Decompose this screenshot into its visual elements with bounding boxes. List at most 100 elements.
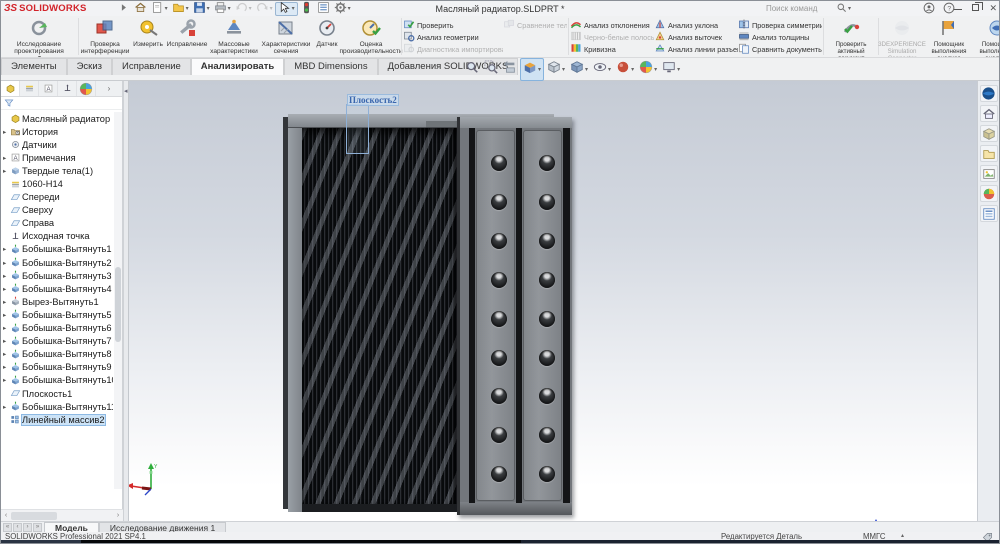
tree-item-история[interactable]: ▸ История — [1, 125, 113, 138]
plate-hole[interactable] — [539, 271, 555, 288]
ribbon-button-черно-белые-полосы[interactable]: Черно-белые полосы — [570, 31, 654, 43]
graphics-viewport[interactable]: Плоскость2 X Y — [129, 81, 979, 521]
view-palette-button[interactable] — [979, 165, 998, 182]
expand-arrow-icon[interactable]: ▸ — [3, 285, 10, 293]
ribbon-button-исследование-проектирования[interactable]: Исследование проектирования ▾ — [1, 16, 77, 57]
dropdown-caret-icon[interactable]: ▾ — [348, 6, 351, 12]
home-tab-button[interactable] — [979, 105, 998, 122]
tree-item-вырез-вытянуть1[interactable]: ▸ Вырез-Вытянуть1 — [1, 295, 113, 308]
expand-arrow-icon[interactable]: ▸ — [3, 324, 10, 332]
displaymanager-tab-button[interactable] — [77, 81, 96, 96]
previous-view-button[interactable] — [501, 59, 519, 80]
dropdown-caret-icon[interactable]: ▾ — [608, 67, 611, 73]
windows-taskbar[interactable] — [1, 540, 999, 543]
zoom-fit-button[interactable] — [463, 59, 481, 80]
search-icon[interactable] — [836, 2, 847, 15]
ribbon-button-3dexperience-simulation-connector[interactable]: 3DEXPERIENCE Simulation Connector — [878, 16, 926, 57]
ribbon-button-анализ-толщины[interactable]: Анализ толщины — [738, 31, 822, 43]
tree-item-масляный-радиатор-по-умолчани[interactable]: Масляный радиатор (По умолчани — [1, 112, 113, 125]
tree-item-сверху[interactable]: Сверху — [1, 204, 113, 217]
display-style-button[interactable]: ▾ — [568, 59, 590, 80]
tree-item-бобышка-вытянуть9[interactable]: ▸ Бобышка-Вытянуть9 — [1, 361, 113, 374]
search-input[interactable] — [763, 2, 836, 15]
redo-button[interactable]: ▾ — [254, 2, 275, 16]
model-top-cap-notch[interactable] — [426, 121, 461, 128]
ribbon-button-проверка-интерференции[interactable]: Проверка интерференции — [80, 16, 130, 57]
expand-arrow-icon[interactable]: ▸ — [3, 311, 10, 319]
hide-show-items-button[interactable]: ▾ — [591, 59, 613, 80]
tab-эскиз[interactable]: Эскиз — [66, 58, 112, 75]
tab-исправление[interactable]: Исправление — [112, 58, 191, 75]
last-study-button[interactable]: » — [33, 522, 42, 532]
dropdown-caret-icon[interactable]: ▾ — [631, 67, 634, 73]
tab-анализировать[interactable]: Анализировать — [190, 58, 285, 75]
tree-vscroll-thumb[interactable] — [115, 267, 121, 342]
select-cursor-button[interactable]: ▾ — [274, 1, 298, 16]
dropdown-caret-icon[interactable]: ▾ — [249, 6, 252, 12]
dimxpert-tab-button[interactable] — [58, 81, 77, 96]
restore-button[interactable] — [972, 2, 984, 13]
reference-plane-outline[interactable] — [346, 104, 369, 154]
model-side-frame[interactable] — [288, 114, 303, 512]
ribbon-button-проверить[interactable]: Проверить — [403, 19, 503, 31]
propertymanager-tab-button[interactable] — [20, 81, 39, 96]
ribbon-button-характеристики-сечения[interactable]: Характеристики сечения — [260, 16, 312, 57]
dropdown-caret-icon[interactable]: ▾ — [538, 67, 541, 73]
close-button[interactable]: ✕ — [989, 4, 997, 13]
tree-item-бобышка-вытянуть5[interactable]: ▸ Бобышка-Вытянуть5 — [1, 308, 113, 321]
user-account-icon[interactable] — [923, 2, 935, 16]
plate-hole[interactable] — [491, 349, 507, 366]
prev-study-button[interactable]: ‹ — [13, 522, 22, 532]
tree-item-линейный-массив2[interactable]: Линейный массив2 — [1, 413, 113, 426]
dropdown-caret-icon[interactable]: ▾ — [677, 67, 680, 73]
tree-vertical-scrollbar[interactable] — [114, 112, 122, 489]
tree-item-бобышка-вытянуть7[interactable]: ▸ Бобышка-Вытянуть7 — [1, 335, 113, 348]
hscroll-thumb[interactable] — [11, 511, 57, 520]
radiator-mounting-plate[interactable] — [457, 117, 877, 521]
tree-horizontal-scrollbar[interactable]: ‹ › — [1, 509, 123, 521]
plane-label[interactable]: Плоскость2 — [347, 94, 399, 106]
tree-item-спереди[interactable]: Спереди — [1, 191, 113, 204]
expand-arrow-icon[interactable]: ▸ — [3, 403, 10, 411]
dropdown-caret-icon[interactable]: ▾ — [207, 6, 210, 12]
apply-scene-button[interactable]: ▾ — [637, 59, 659, 80]
tree-item-плоскость1[interactable]: Плоскость1 — [1, 387, 113, 400]
tree-item-исходная-точка[interactable]: Исходная точка — [1, 230, 113, 243]
options-list-button[interactable] — [315, 2, 332, 16]
custom-properties-button[interactable] — [979, 205, 998, 222]
expand-arrow-icon[interactable]: ▸ — [3, 272, 10, 280]
tree-item-бобышка-вытянуть11[interactable]: ▸ Бобышка-Вытянуть11 — [1, 400, 113, 413]
tree-item-справа[interactable]: Справа — [1, 217, 113, 230]
plate-hole[interactable] — [491, 155, 507, 171]
plate-hole[interactable] — [539, 310, 555, 327]
expand-arrow-icon[interactable]: ▸ — [3, 167, 10, 175]
featuremanager-tab-button[interactable] — [1, 81, 20, 96]
save-button[interactable]: ▾ — [191, 2, 212, 16]
rebuild-button[interactable] — [298, 1, 315, 16]
minimize-button[interactable] — [954, 4, 963, 13]
ribbon-button-проверить-активный-документ[interactable]: Проверить активный документ▾ — [825, 16, 877, 57]
ribbon-button-сравнить-документы[interactable]: Сравнить документы — [738, 43, 822, 55]
ribbon-button-сравнение-тел[interactable]: Сравнение тел — [503, 19, 567, 31]
tab-элементы[interactable]: Элементы — [1, 58, 67, 75]
tree-item-бобышка-вытянуть3[interactable]: ▸ Бобышка-Вытянуть3 — [1, 269, 113, 282]
dropdown-caret-icon[interactable]: ▾ — [270, 6, 273, 12]
model-tab-исследование-движения-1[interactable]: Исследование движения 1 — [98, 522, 227, 533]
radiator-fins[interactable] — [302, 128, 458, 506]
configuration-tab-button[interactable]: A — [39, 81, 58, 96]
view-orientation-button[interactable]: ▾ — [545, 59, 567, 80]
expand-arrow-icon[interactable]: ▸ — [3, 376, 10, 384]
ribbon-button-датчик[interactable]: Датчик — [312, 16, 342, 57]
dropdown-caret-icon[interactable]: ▾ — [165, 6, 168, 12]
help-icon[interactable]: ? — [943, 2, 955, 16]
section-view-button[interactable]: ▾ — [520, 58, 545, 81]
first-study-button[interactable]: « — [3, 522, 12, 532]
hscroll-left-arrow[interactable]: ‹ — [1, 512, 11, 519]
expand-arrow-icon[interactable]: ▸ — [3, 350, 10, 358]
ribbon-button-кривизна[interactable]: Кривизна — [570, 43, 654, 55]
dropdown-caret-icon[interactable]: ▾ — [562, 67, 565, 73]
ribbon-button-проверка-симметрии[interactable]: Проверка симметрии — [738, 19, 822, 31]
plate-hole[interactable] — [539, 155, 555, 171]
ribbon-button-диагностика-импортирования[interactable]: Диагностика импортирования — [403, 43, 503, 55]
open-folder-button[interactable]: ▾ — [170, 2, 191, 16]
